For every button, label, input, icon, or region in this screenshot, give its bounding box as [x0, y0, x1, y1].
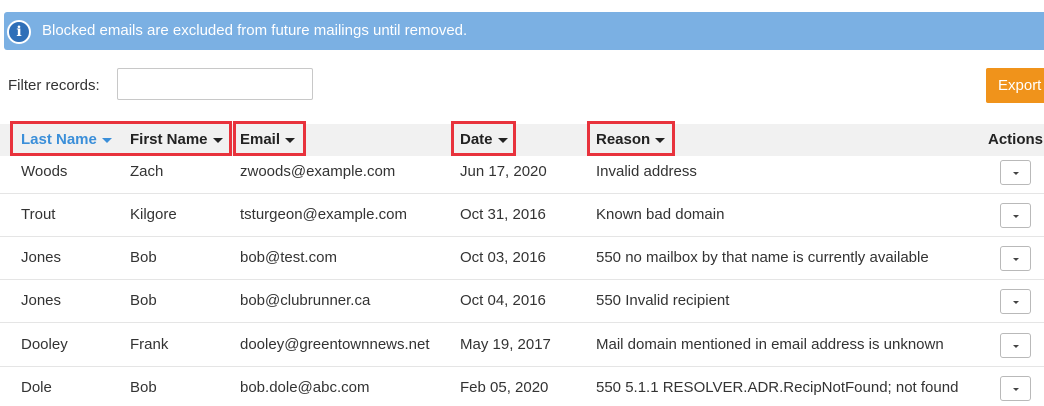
cell-reason: 550 5.1.1 RESOLVER.ADR.RecipNotFound; no… — [596, 379, 959, 396]
export-button[interactable]: Export — [986, 68, 1044, 103]
cell-first-name: Zach — [130, 163, 164, 180]
cell-reason: 550 Invalid recipient — [596, 292, 730, 309]
cell-last-name: Dooley — [21, 336, 68, 353]
cell-date: Oct 31, 2016 — [460, 206, 546, 223]
table-row: Dole Bob bob.dole@abc.com Feb 05, 2020 5… — [0, 367, 1044, 406]
cell-last-name: Woods — [21, 163, 68, 180]
cell-date: May 19, 2017 — [460, 336, 551, 353]
table-row: Trout Kilgore tsturgeon@example.com Oct … — [0, 194, 1044, 237]
cell-date: Jun 17, 2020 — [460, 163, 547, 180]
cell-first-name: Bob — [130, 292, 157, 309]
cell-last-name: Jones — [21, 249, 62, 266]
row-actions-button[interactable] — [1000, 203, 1031, 228]
cell-email: bob@test.com — [240, 249, 337, 266]
cell-reason: Known bad domain — [596, 206, 725, 223]
cell-email: bob@clubrunner.ca — [240, 292, 371, 309]
info-icon: i — [7, 20, 31, 44]
chevron-down-icon — [1013, 301, 1019, 304]
chevron-down-icon — [1013, 258, 1019, 261]
table-row: Woods Zach zwoods@example.com Jun 17, 20… — [0, 151, 1044, 194]
cell-date: Oct 03, 2016 — [460, 249, 546, 266]
row-actions-button[interactable] — [1000, 333, 1031, 358]
info-banner: i Blocked emails are excluded from futur… — [4, 12, 1044, 50]
cell-last-name: Trout — [21, 206, 56, 223]
banner-text: Blocked emails are excluded from future … — [42, 22, 468, 39]
row-actions-button[interactable] — [1000, 246, 1031, 271]
cell-reason: Mail domain mentioned in email address i… — [596, 336, 944, 353]
cell-email: zwoods@example.com — [240, 163, 396, 180]
cell-first-name: Kilgore — [130, 206, 177, 223]
cell-date: Oct 04, 2016 — [460, 292, 546, 309]
blocked-emails-page: i Blocked emails are excluded from futur… — [0, 0, 1044, 406]
cell-email: bob.dole@abc.com — [240, 379, 370, 396]
row-actions-button[interactable] — [1000, 160, 1031, 185]
cell-last-name: Dole — [21, 379, 52, 396]
row-actions-button[interactable] — [1000, 376, 1031, 401]
column-header-label: Actions — [988, 131, 1044, 148]
cell-email: tsturgeon@example.com — [240, 206, 407, 223]
table-row: Jones Bob bob@test.com Oct 03, 2016 550 … — [0, 237, 1044, 280]
filter-label: Filter records: — [8, 77, 100, 94]
chevron-down-icon — [1013, 172, 1019, 175]
chevron-down-icon — [1013, 215, 1019, 218]
cell-first-name: Bob — [130, 379, 157, 396]
table-row: Dooley Frank dooley@greentownnews.net Ma… — [0, 324, 1044, 367]
cell-reason: 550 no mailbox by that name is currently… — [596, 249, 929, 266]
cell-last-name: Jones — [21, 292, 62, 309]
chevron-down-icon — [1013, 388, 1019, 391]
chevron-down-icon — [1013, 345, 1019, 348]
cell-first-name: Bob — [130, 249, 157, 266]
filter-input[interactable] — [117, 68, 313, 100]
cell-date: Feb 05, 2020 — [460, 379, 549, 396]
cell-email: dooley@greentownnews.net — [240, 336, 430, 353]
table-row: Jones Bob bob@clubrunner.ca Oct 04, 2016… — [0, 280, 1044, 323]
cell-reason: Invalid address — [596, 163, 697, 180]
cell-first-name: Frank — [130, 336, 169, 353]
row-actions-button[interactable] — [1000, 289, 1031, 314]
